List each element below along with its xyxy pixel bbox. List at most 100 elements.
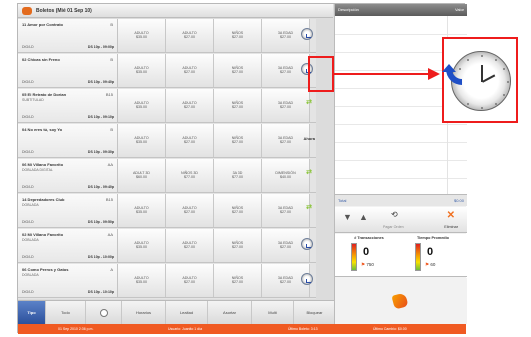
price-button[interactable]: ADULTO $35.00 [118,54,166,87]
now-button[interactable]: Ahora [303,136,315,141]
price-button[interactable]: ADULTO $35.00 [118,229,166,262]
price-button[interactable]: ADULTO $35.00 [118,194,166,227]
price-button[interactable]: DIMENSIÓN $40.00 [262,159,310,192]
tab-item[interactable]: Lealtad [166,301,208,325]
price-button[interactable]: ADULTO $27.00 [166,194,214,227]
transactions-gauge [351,243,357,271]
price-button[interactable]: 3A EDAD $27.00 [262,89,310,122]
green-arrows-icon[interactable]: ⇄ [306,203,312,211]
transactions-target: ⚑ 750 [361,262,374,267]
tab-clock[interactable] [86,301,122,325]
price-button[interactable]: NIÑOS 3D $77.00 [166,159,214,192]
tab-item[interactable]: Bloquear [294,301,336,325]
price-button[interactable]: ADULTO $35.00 [118,89,166,122]
movie-info[interactable]: 05 El Retrato de Dorian B15 SUBTITULAD DIG/… [18,89,118,122]
price-amount: $27.00 [184,35,195,40]
movie-info[interactable]: 04 No eres tú, soy Yo B DIG/LD DS 10p - 09:… [18,124,118,157]
movie-info[interactable]: 02 Chicas sin Freno B DIG/LD DS 10p - 09:40… [18,54,118,87]
zoomed-clock-callout [442,37,518,123]
price-button[interactable]: 3A EDAD $27.00 [262,194,310,227]
movie-times: DS 10p - 09:30p [87,150,114,154]
clock-icon[interactable] [301,28,313,40]
price-button[interactable]: NIÑOS $27.00 [214,124,262,157]
price-button[interactable]: ADULTO $27.00 [166,264,214,297]
movie-format: DOBLADA [22,203,39,207]
price-button[interactable]: ADULTO $35.00 [118,19,166,52]
movie-room: DIG/LD [22,80,34,84]
price-button[interactable]: 3A 3D $77.00 [214,159,262,192]
movie-format: DOBLADA [22,238,39,242]
price-amount: $40.00 [280,175,291,180]
clock-icon[interactable] [301,273,313,285]
scroll-up-icon[interactable]: ▲ [359,212,368,222]
movie-rating: A [110,267,113,272]
tab-item[interactable]: Tipo [18,301,46,325]
callout-arrow-line [334,73,430,75]
green-arrows-icon[interactable]: ⇄ [306,168,312,176]
clock-icon [99,308,108,317]
price-button[interactable]: NIÑOS $27.00 [214,89,262,122]
movie-info[interactable]: 06 Como Perros y Gatos A DOBLADA DIG/LD DS 1… [18,264,118,297]
movie-rating: B [110,22,113,27]
stats-panel: # Transacciones 0 ⚑ 750 Tiempo Promedio … [335,234,467,277]
price-button[interactable]: ADULTO $27.00 [166,19,214,52]
price-amount: $35.00 [136,245,147,250]
movie-room: DIG/LD [22,220,34,224]
movie-title: 02 Chicas sin Freno [22,57,60,62]
description-header: Descripción [338,7,359,12]
callout-arrow-head [428,68,440,80]
price-button[interactable]: NIÑOS $27.00 [214,19,262,52]
total-value: $0.00 [453,198,464,203]
movie-title: 14 Depredadores Club [22,197,65,202]
pay-order-button[interactable]: Pagar Orden [383,225,404,229]
price-button[interactable]: ADULTO $27.00 [166,124,214,157]
price-amount: $35.00 [136,70,147,75]
price-button[interactable]: NIÑOS $27.00 [214,264,262,297]
price-button[interactable]: ADULTO $27.00 [166,229,214,262]
price-amount: $27.00 [232,35,243,40]
scroll-down-icon[interactable]: ▼ [343,212,352,222]
movie-schedule: DIG/LD DS 10p - 09:10p [22,115,114,119]
price-amount: $27.00 [280,210,291,215]
price-amount: $27.00 [184,210,195,215]
price-button[interactable]: ADULTO $35.00 [118,124,166,157]
price-button[interactable]: ADULTO $35.00 [118,264,166,297]
movie-info[interactable]: 11 Amor por Contrato B DIG/LD DS 10p - 09:0… [18,19,118,52]
tab-item[interactable]: Todo [46,301,86,325]
movie-info[interactable]: 02 Mi Villano Favorito AA DOBLADA DIG/LD DS … [18,229,118,262]
price-amount: $27.00 [184,245,195,250]
price-amount: $27.00 [232,245,243,250]
bottom-tab-bar: Tipo Todo Horarios Lealtad Asortar Multi Bloqu… [18,300,350,325]
cancel-button[interactable]: Eliminar [444,225,458,229]
movie-room: DIG/LD [22,185,34,189]
movie-times: DS 10p - 10:00p [87,255,114,259]
tab-item[interactable]: Horarios [122,301,166,325]
clock-icon[interactable] [301,238,313,250]
movie-row: 06 Mi Villano Favorito AA DOBLADA DIGITAL D… [18,159,316,193]
green-arrows-icon[interactable]: ⇄ [306,98,312,106]
total-row: Total $0.00 [335,194,467,206]
movie-info[interactable]: 14 Depredadores Club B15 DOBLADA DIG/LD DS 1… [18,194,118,227]
price-button[interactable]: NIÑOS $27.00 [214,194,262,227]
movie-row: 04 No eres tú, soy Yo B DIG/LD DS 10p - 09:… [18,124,316,158]
price-button[interactable]: ADULTO $27.00 [166,89,214,122]
tab-item[interactable]: Asortar [208,301,252,325]
price-button[interactable]: NIÑOS $27.00 [214,229,262,262]
price-amount: $27.00 [232,105,243,110]
price-button[interactable]: ADULTO $27.00 [166,54,214,87]
price-amount: $77.00 [184,175,195,180]
movie-rating: AA [107,162,113,167]
avg-time-title: Tiempo Promedio [417,236,449,240]
movie-times: DS 10p - 10:10p [87,290,114,294]
status-bar: 01 Sep 2010 2:36 p.m. Usuario: Juanito 1… [18,324,466,334]
price-amount: $35.00 [136,280,147,285]
tab-item[interactable]: Multi [252,301,294,325]
price-button[interactable]: ADULT 3D $60.00 [118,159,166,192]
price-amount: $27.00 [184,70,195,75]
movie-rating: AA [107,232,113,237]
transactions-target-value: 750 [366,262,374,267]
order-actions: ▼ ▲ ⟲ Pagar Orden ✕ Eliminar [335,207,467,233]
price-button[interactable]: NIÑOS $27.00 [214,54,262,87]
movie-info[interactable]: 06 Mi Villano Favorito AA DOBLADA DIGITAL D… [18,159,118,192]
movie-row: 02 Mi Villano Favorito AA DOBLADA DIG/LD DS … [18,229,316,263]
